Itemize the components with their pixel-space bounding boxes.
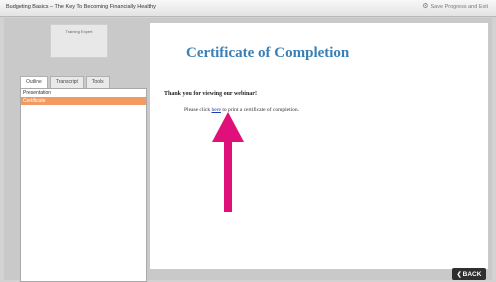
back-button[interactable]: ❮ BACK — [452, 268, 486, 280]
sidebar-tabs: Outline Transcript Tools — [20, 76, 110, 88]
logo: Training Expert — [50, 24, 108, 58]
save-exit-link[interactable]: ⚙ Save Progress and Exit — [422, 3, 488, 10]
gear-icon: ⚙ — [422, 3, 429, 10]
arrow-up-icon — [212, 112, 244, 212]
outline-list: Presentation Certificate — [20, 88, 147, 282]
save-exit-label: Save Progress and Exit — [430, 3, 488, 10]
outline-item-presentation[interactable]: Presentation — [21, 89, 146, 97]
logo-text: Training Expert — [65, 29, 93, 34]
sidebar: Training Expert Outline Transcript Tools… — [12, 18, 147, 282]
title-bar: Budgeting Basics – The Key To Becoming F… — [0, 0, 496, 17]
app-title: Budgeting Basics – The Key To Becoming F… — [6, 4, 156, 10]
back-label: BACK — [462, 270, 482, 278]
instruction-before: Please click — [184, 107, 212, 113]
page-title: Certificate of Completion — [186, 45, 350, 61]
outline-item-certificate[interactable]: Certificate — [21, 97, 146, 105]
chevron-left-icon: ❮ — [456, 271, 462, 278]
tab-transcript[interactable]: Transcript — [49, 76, 84, 88]
thanks-text: Thank you for viewing our webinar! — [164, 91, 257, 97]
content-panel: Certificate of Completion Thank you for … — [150, 23, 488, 269]
tab-outline[interactable]: Outline — [20, 76, 48, 88]
tab-tools[interactable]: Tools — [85, 76, 110, 88]
